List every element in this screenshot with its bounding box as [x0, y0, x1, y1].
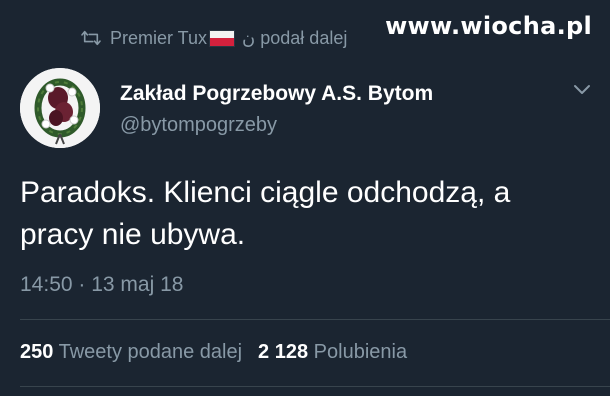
tweet-text: Paradoks. Klienci ciągle odchodzą, a pra… [20, 176, 511, 251]
retweeter-name[interactable]: Premier Tux [110, 28, 207, 48]
divider [20, 319, 610, 320]
wreath-avatar-icon [20, 68, 100, 148]
retweets-label: Tweety podane dalej [58, 341, 243, 363]
poland-flag-icon [209, 30, 236, 48]
retweets-stat[interactable]: 250 Tweety podane dalej [20, 341, 242, 363]
likes-label: Polubienia [313, 341, 408, 363]
retweet-context[interactable]: Premier Tux ن podał dalej [80, 24, 347, 52]
likes-count: 2 128 [258, 341, 309, 363]
author-display-name[interactable]: Zakład Pogrzebowy A.S. Bytom [120, 82, 433, 106]
avatar[interactable] [20, 68, 100, 148]
divider [20, 386, 610, 387]
retweet-icon [81, 30, 101, 46]
site-watermark: www.wiocha.pl [385, 12, 592, 40]
retweet-label: ن podał dalej [242, 27, 348, 48]
likes-stat[interactable]: 2 128 Polubienia [258, 341, 407, 363]
tweet-stats: 250 Tweety podane dalej 2 128 Polubienia [20, 341, 407, 364]
author-handle[interactable]: @bytompogrzeby [120, 114, 277, 137]
retweets-count: 250 [20, 341, 54, 363]
tweet-timestamp[interactable]: 14:50 · 13 maj 18 [20, 273, 183, 297]
chevron-down-icon[interactable] [572, 82, 592, 96]
